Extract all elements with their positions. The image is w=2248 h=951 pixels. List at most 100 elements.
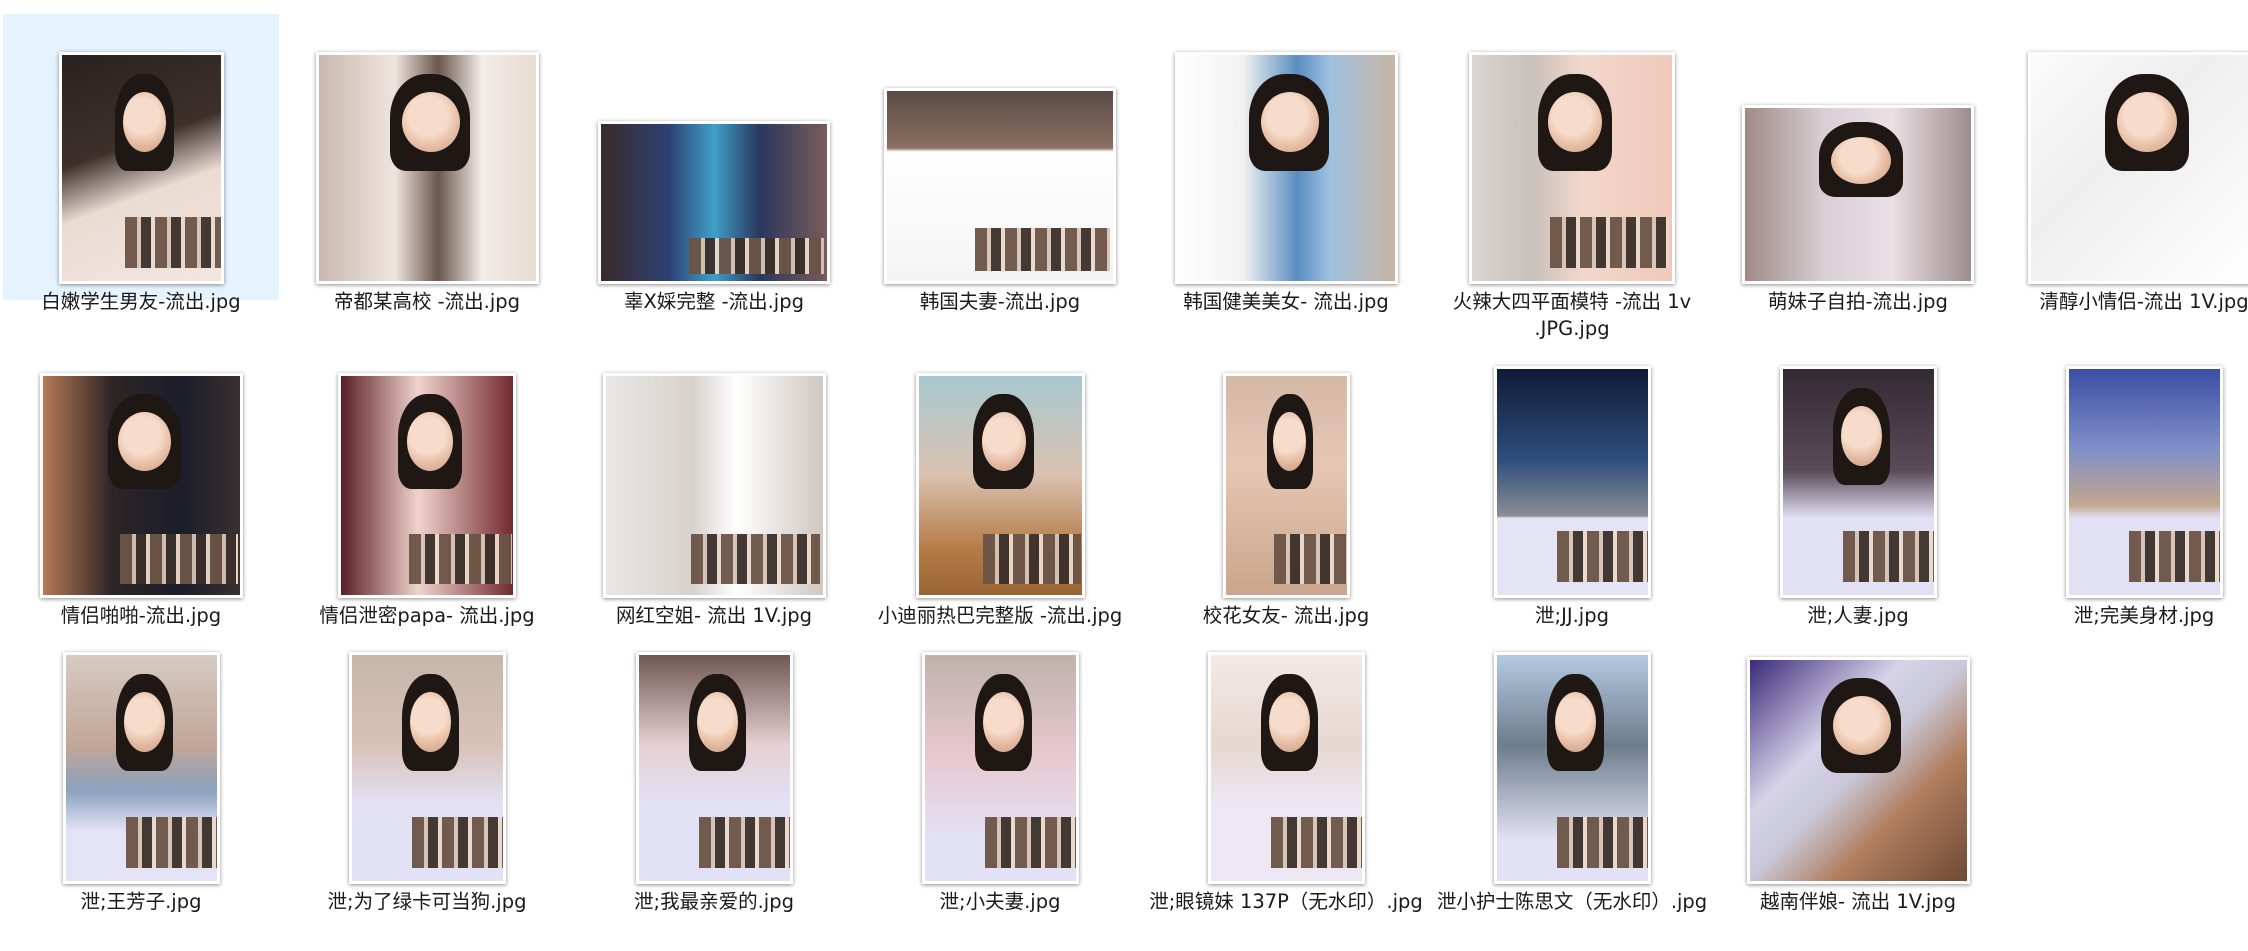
file-item[interactable]: 泄;人妻.jpg <box>1720 328 1996 627</box>
image-thumbnail <box>2028 52 2248 284</box>
thumbnail-area <box>1148 30 1424 284</box>
file-name-label: 泄;完美身材.jpg <box>2073 604 2215 627</box>
file-item[interactable]: 泄;JJ.jpg <box>1434 328 1710 627</box>
thumbnail-collage-strip <box>689 238 824 274</box>
image-thumbnail <box>39 373 243 598</box>
image-thumbnail <box>2065 366 2223 598</box>
file-item[interactable]: 清醇小情侣-流出 1V.jpg <box>2006 14 2248 313</box>
image-thumbnail <box>1493 366 1651 598</box>
thumbnail-collage-strip <box>690 534 820 584</box>
image-thumbnail <box>1207 652 1365 884</box>
file-item[interactable]: 白嫩学生男友-流出.jpg <box>3 14 279 313</box>
image-thumbnail <box>635 652 793 884</box>
image-thumbnail <box>1779 366 1937 598</box>
thumbnail-collage-strip <box>698 817 790 868</box>
file-name-label: 韩国夫妻-流出.jpg <box>919 290 1081 313</box>
file-name-label: 辜X婇完整 -流出.jpg <box>624 290 804 313</box>
thumbnail-figure-face <box>407 412 453 471</box>
thumbnail-figure-face <box>1260 92 1319 152</box>
file-name-label: 泄;王芳子.jpg <box>80 890 202 913</box>
thumbnail-area <box>1148 344 1424 598</box>
file-item[interactable]: 情侣泄密papa- 流出.jpg <box>289 328 565 627</box>
file-name-label: 泄;眼镜妹 137P（无水印）.jpg <box>1149 890 1423 913</box>
thumbnail-figure-face <box>2117 92 2177 152</box>
file-item[interactable]: 韩国夫妻-流出.jpg <box>862 14 1138 313</box>
file-name-label: 越南伴娘- 流出 1V.jpg <box>1759 890 1957 913</box>
thumbnail-collage-strip <box>1556 817 1648 868</box>
file-item[interactable]: 泄小护士陈思文（无水印）.jpg <box>1434 614 1710 913</box>
thumbnail-collage-strip <box>411 817 503 868</box>
thumbnail-area <box>289 30 565 284</box>
thumbnail-collage-strip <box>409 534 512 584</box>
thumbnail-area <box>1434 344 1710 598</box>
thumbnail-collage-strip <box>1550 217 1669 268</box>
thumbnail-area <box>289 344 565 598</box>
thumbnail-area <box>862 344 1138 598</box>
thumbnail-area <box>1434 30 1710 284</box>
thumbnail-area <box>1720 344 1996 598</box>
thumbnail-collage-strip <box>975 228 1110 271</box>
thumbnail-collage-strip <box>1842 531 1934 582</box>
file-name-label: 泄;小夫妻.jpg <box>939 890 1061 913</box>
file-grid: 白嫩学生男友-流出.jpg 帝都某高校 -流出.jpg 辜X婇完整 -流出.jpg 韩… <box>0 0 2248 951</box>
image-thumbnail <box>1174 52 1398 284</box>
thumbnail-collage-strip <box>1556 531 1648 582</box>
image-thumbnail <box>1222 373 1350 598</box>
thumbnail-collage-strip <box>1270 817 1362 868</box>
image-thumbnail <box>315 52 539 284</box>
image-thumbnail <box>1742 105 1974 284</box>
thumbnail-figure-face <box>1268 692 1310 752</box>
file-item[interactable]: 泄;小夫妻.jpg <box>862 614 1138 913</box>
thumbnail-figure-face <box>1272 412 1306 471</box>
file-item[interactable]: 辜X婇完整 -流出.jpg <box>576 14 852 313</box>
file-item[interactable]: 泄;我最亲爱的.jpg <box>576 614 852 913</box>
image-thumbnail <box>58 52 224 284</box>
file-item[interactable]: 越南伴娘- 流出 1V.jpg <box>1720 614 1996 913</box>
file-name-label: 泄;我最亲爱的.jpg <box>634 890 794 913</box>
thumbnail-figure-face <box>122 92 166 152</box>
image-thumbnail <box>62 652 220 884</box>
file-item[interactable]: 泄;为了绿卡可当狗.jpg <box>289 614 565 913</box>
file-item[interactable]: 泄;完美身材.jpg <box>2006 328 2248 627</box>
thumbnail-area <box>576 30 852 284</box>
thumbnail-area <box>862 30 1138 284</box>
thumbnail-figure-face <box>1831 137 1891 184</box>
thumbnail-collage-strip <box>1273 534 1347 584</box>
file-name-label: 清醇小情侣-流出 1V.jpg <box>2039 290 2248 313</box>
image-thumbnail <box>348 652 506 884</box>
file-name-label: 泄小护士陈思文（无水印）.jpg <box>1436 890 1708 913</box>
file-item[interactable]: 情侣啪啪-流出.jpg <box>3 328 279 627</box>
thumbnail-area <box>1434 630 1710 884</box>
file-item[interactable]: 泄;王芳子.jpg <box>3 614 279 913</box>
image-thumbnail <box>602 373 826 598</box>
thumbnail-area <box>2006 344 2248 598</box>
file-item[interactable]: 萌妹子自拍-流出.jpg <box>1720 14 1996 313</box>
file-item[interactable]: 校花女友- 流出.jpg <box>1148 328 1424 627</box>
thumbnail-area <box>1720 30 1996 284</box>
thumbnail-figure-face <box>117 412 171 471</box>
file-item[interactable]: 帝都某高校 -流出.jpg <box>289 14 565 313</box>
thumbnail-area <box>289 630 565 884</box>
thumbnail-collage-strip <box>984 817 1076 868</box>
thumbnail-figure-face <box>123 692 165 752</box>
thumbnail-collage-strip <box>124 217 221 268</box>
file-item[interactable]: 韩国健美美女- 流出.jpg <box>1148 14 1424 313</box>
thumbnail-figure-face <box>409 692 451 752</box>
image-thumbnail <box>1493 652 1651 884</box>
file-name-label: 韩国健美美女- 流出.jpg <box>1183 290 1389 313</box>
thumbnail-area <box>3 630 279 884</box>
file-item[interactable]: 网红空姐- 流出 1V.jpg <box>576 328 852 627</box>
thumbnail-figure-face <box>982 692 1024 752</box>
image-thumbnail <box>1469 52 1675 284</box>
file-item[interactable]: 小迪丽热巴完整版 -流出.jpg <box>862 328 1138 627</box>
file-name-label: 泄;为了绿卡可当狗.jpg <box>327 890 527 913</box>
thumbnail-area <box>862 630 1138 884</box>
thumbnail-figure-face <box>401 92 460 152</box>
thumbnail-figure-face <box>696 692 738 752</box>
thumbnail-area <box>2006 30 2248 284</box>
file-item[interactable]: 火辣大四平面模特 -流出 1v .JPG.jpg <box>1434 14 1710 340</box>
thumbnail-collage-strip <box>982 534 1081 584</box>
thumbnail-area <box>576 344 852 598</box>
file-item[interactable]: 泄;眼镜妹 137P（无水印）.jpg <box>1148 614 1424 913</box>
image-thumbnail <box>1746 657 1970 884</box>
